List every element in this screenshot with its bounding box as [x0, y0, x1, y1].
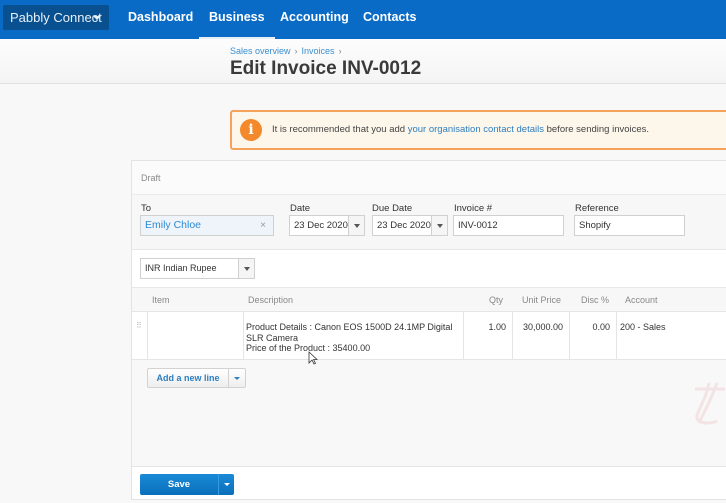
top-nav-bar: Pabbly Connect Dashboard Business Accoun…	[0, 0, 726, 39]
qty-cell[interactable]: 1.00	[467, 322, 506, 332]
mouse-cursor-icon	[308, 351, 318, 365]
status-badge: Draft	[141, 173, 161, 183]
add-new-line-button[interactable]: Add a new line	[148, 369, 228, 387]
page-header: Sales overview › Invoices › Edit Invoice IN…	[0, 39, 726, 84]
column-description: Description	[248, 295, 294, 305]
disc-cell[interactable]: 0.00	[573, 322, 610, 332]
nav-dashboard[interactable]: Dashboard	[128, 0, 193, 39]
date-value: 23 Dec 2020	[294, 220, 348, 231]
description-line: Price of the Product : 35400.00	[246, 343, 371, 353]
line-items-header: Item Description Qty Unit Price Disc % A…	[132, 288, 726, 312]
date-picker-dropdown-icon[interactable]	[348, 215, 365, 236]
to-contact-value: Emily Chloe	[145, 219, 202, 231]
save-button-group: Save	[140, 474, 234, 495]
currency-select[interactable]: INR Indian Rupee	[140, 258, 255, 279]
org-contact-details-link[interactable]: your organisation contact details	[408, 124, 544, 135]
alert-text-before: It is recommended that you add	[272, 124, 408, 135]
account-cell[interactable]: 200 - Sales	[620, 322, 720, 332]
description-line: Product Details : Canon EOS 1500D 24.1MP…	[246, 322, 453, 332]
nav-accounting[interactable]: Accounting	[280, 0, 349, 39]
invoice-form: Draft To Emily Chloe × Date 23 Dec 2020 …	[131, 160, 726, 500]
unit-price-cell[interactable]: 30,000.00	[516, 322, 563, 332]
line-actions-area: Add a new line	[132, 360, 726, 467]
nav-business[interactable]: Business	[199, 0, 275, 39]
column-disc: Disc %	[581, 295, 610, 305]
add-line-options-dropdown[interactable]	[228, 369, 245, 387]
breadcrumb-sales-overview[interactable]: Sales overview	[230, 46, 291, 56]
column-unit-price: Unit Price	[522, 295, 562, 305]
recommendation-alert: i It is recommended that you add your or…	[230, 110, 726, 150]
description-cell[interactable]: Product Details : Canon EOS 1500D 24.1MP…	[246, 322, 466, 354]
clear-icon[interactable]: ×	[260, 216, 266, 235]
to-label: To	[141, 203, 152, 214]
due-date-picker-dropdown-icon[interactable]	[431, 215, 448, 236]
invoice-fields: To Emily Chloe × Date 23 Dec 2020 Due Da…	[132, 195, 726, 250]
page-title: Edit Invoice INV-0012	[230, 58, 422, 79]
column-account: Account	[625, 295, 658, 305]
reference-field[interactable]: Shopify	[574, 215, 685, 236]
breadcrumb: Sales overview › Invoices ›	[230, 46, 346, 56]
to-contact-field[interactable]: Emily Chloe ×	[140, 215, 274, 236]
currency-dropdown-icon[interactable]	[238, 258, 255, 279]
breadcrumb-separator: ›	[294, 46, 298, 56]
breadcrumb-separator: ›	[338, 46, 342, 56]
reference-label: Reference	[575, 203, 619, 214]
save-button[interactable]: Save	[140, 474, 218, 495]
description-line: SLR Camera	[246, 332, 299, 343]
due-date-label: Due Date	[372, 203, 413, 214]
signature-watermark-icon	[695, 382, 725, 425]
invoice-number-field[interactable]: INV-0012	[453, 215, 564, 236]
due-date-field[interactable]: 23 Dec 2020	[372, 215, 448, 236]
breadcrumb-invoices[interactable]: Invoices	[302, 46, 335, 56]
currency-row: INR Indian Rupee	[132, 250, 726, 288]
org-switcher-button[interactable]: Pabbly Connect	[3, 5, 109, 30]
nav-contacts[interactable]: Contacts	[363, 0, 416, 39]
save-options-dropdown[interactable]	[218, 474, 234, 495]
date-label: Date	[290, 203, 311, 214]
caret-down-icon	[93, 16, 101, 20]
column-qty: Qty	[489, 295, 504, 305]
invoice-number-label: Invoice #	[454, 203, 493, 214]
add-line-button-group: Add a new line	[147, 368, 246, 388]
drag-handle-icon[interactable]: ⠿	[136, 322, 142, 330]
org-name: Pabbly Connect	[10, 10, 102, 25]
info-icon: i	[240, 119, 262, 141]
alert-message: It is recommended that you add your orga…	[272, 124, 649, 135]
column-item: Item	[152, 295, 170, 305]
currency-value: INR Indian Rupee	[145, 263, 217, 273]
date-field[interactable]: 23 Dec 2020	[289, 215, 365, 236]
item-cell[interactable]	[152, 322, 240, 352]
table-row: ⠿ Product Details : Canon EOS 1500D 24.1…	[132, 312, 726, 360]
due-date-value: 23 Dec 2020	[377, 220, 431, 231]
alert-text-after: before sending invoices.	[543, 124, 650, 135]
status-bar: Draft	[132, 161, 726, 195]
